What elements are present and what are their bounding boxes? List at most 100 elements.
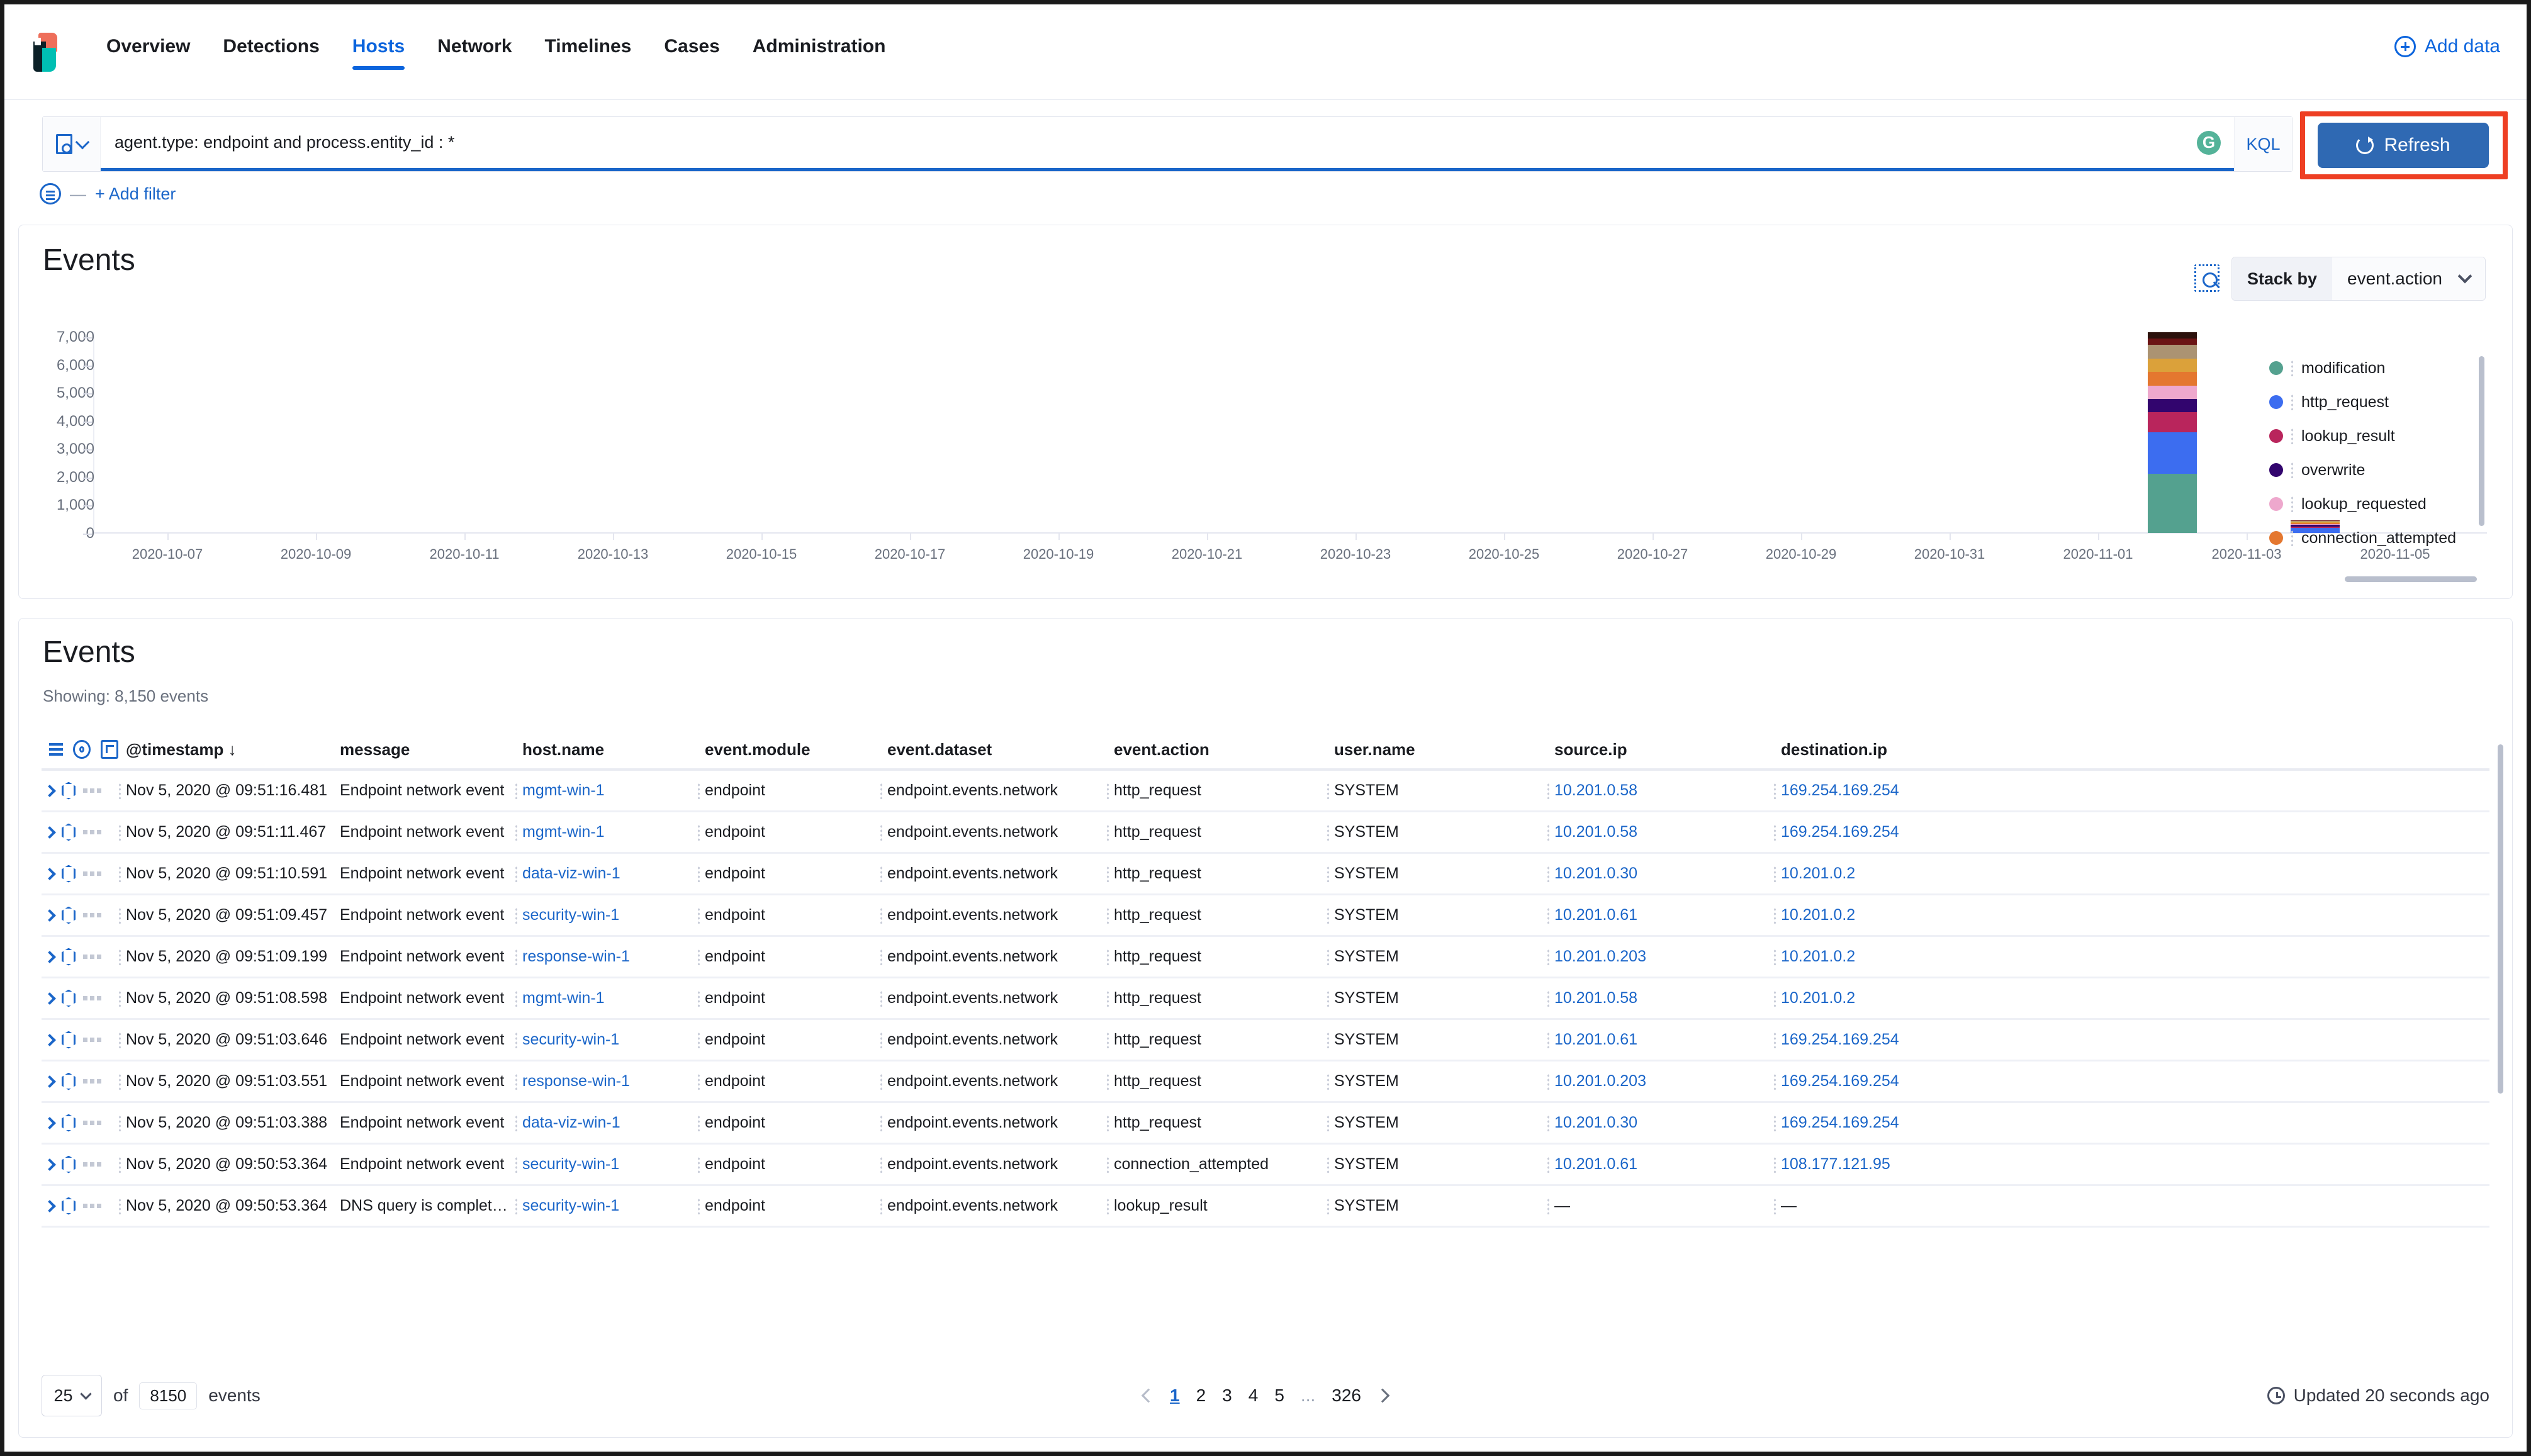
expand-row-icon[interactable] [43,1158,56,1171]
cell-destination[interactable]: 108.177.121.95 [1773,1155,2000,1173]
cell-source[interactable]: 10.201.0.30 [1547,865,1773,883]
table-row[interactable]: Nov 5, 2020 @ 09:51:09.199 Endpoint netwo… [42,937,2489,978]
add-to-timeline-icon[interactable] [62,865,76,883]
cell-source[interactable]: — [1547,1197,1773,1215]
expand-row-icon[interactable] [43,1199,56,1212]
column-header-eventaction[interactable]: event.action [1106,740,1327,759]
per-page-select[interactable]: 25 [42,1375,102,1416]
cell-destination[interactable]: — [1773,1197,2000,1215]
more-actions-icon[interactable] [83,1162,101,1167]
table-row[interactable]: Nov 5, 2020 @ 09:50:53.364 DNS query is c… [42,1186,2489,1228]
expand-row-icon[interactable] [43,992,56,1005]
more-actions-icon[interactable] [83,913,101,917]
cell-source[interactable]: 10.201.0.30 [1547,1114,1773,1132]
expand-row-icon[interactable] [43,909,56,922]
expand-row-icon[interactable] [43,950,56,963]
expand-row-icon[interactable] [43,784,56,797]
table-row[interactable]: Nov 5, 2020 @ 09:51:03.646 Endpoint netwo… [42,1020,2489,1061]
nav-item-timelines[interactable]: Timelines [529,35,648,74]
add-to-timeline-icon[interactable] [62,1072,76,1090]
add-to-timeline-icon[interactable] [62,1031,76,1049]
cell-host[interactable]: response-win-1 [515,1072,697,1090]
cell-host[interactable]: security-win-1 [515,1197,697,1215]
cell-destination[interactable]: 10.201.0.2 [1773,948,2000,966]
cell-destination[interactable]: 169.254.169.254 [1773,1114,2000,1132]
pagination-page-1[interactable]: 1 [1170,1386,1180,1406]
legend-scrollbar[interactable] [2479,356,2484,526]
cell-destination[interactable]: 169.254.169.254 [1773,1072,2000,1090]
more-actions-icon[interactable] [83,871,101,876]
add-to-timeline-icon[interactable] [62,1197,76,1215]
cell-host[interactable]: data-viz-win-1 [515,1114,697,1132]
histogram-bar[interactable] [2148,332,2197,533]
legend-item[interactable]: overwrite [2269,453,2477,487]
pagination-page-326[interactable]: 326 [1332,1386,1361,1406]
more-actions-icon[interactable] [83,788,101,793]
query-status-button[interactable] [2184,117,2234,171]
next-page-icon[interactable] [1375,1388,1390,1403]
more-actions-icon[interactable] [83,1204,101,1208]
pagination-page-2[interactable]: 2 [1196,1386,1206,1406]
cell-source[interactable]: 10.201.0.203 [1547,1072,1773,1090]
cell-destination[interactable]: 10.201.0.2 [1773,906,2000,924]
cell-destination[interactable]: 10.201.0.2 [1773,865,2000,883]
more-actions-icon[interactable] [83,830,101,834]
inspect-icon[interactable] [2194,264,2220,292]
fullscreen-icon[interactable] [100,740,118,759]
more-actions-icon[interactable] [83,996,101,1000]
legend-item[interactable]: lookup_requested [2269,487,2477,521]
expand-row-icon[interactable] [43,826,56,839]
cell-host[interactable]: security-win-1 [515,1031,697,1049]
column-header-destinationip[interactable]: destination.ip [1773,740,2000,759]
table-row[interactable]: Nov 5, 2020 @ 09:51:03.551 Endpoint netwo… [42,1061,2489,1103]
search-input[interactable]: agent.type: endpoint and process.entity_… [101,117,2184,171]
cell-source[interactable]: 10.201.0.203 [1547,948,1773,966]
cell-source[interactable]: 10.201.0.58 [1547,989,1773,1007]
column-header-eventdataset[interactable]: event.dataset [880,740,1106,759]
saved-query-button[interactable] [43,117,101,171]
expand-row-icon[interactable] [43,1033,56,1046]
column-header-hostname[interactable]: host.name [515,740,697,759]
nav-item-detections[interactable]: Detections [206,35,335,74]
expand-row-icon[interactable] [43,1075,56,1088]
cell-host[interactable]: response-win-1 [515,948,697,966]
add-to-timeline-icon[interactable] [62,1114,76,1132]
cell-destination[interactable]: 169.254.169.254 [1773,781,2000,800]
cell-source[interactable]: 10.201.0.61 [1547,906,1773,924]
column-header-message[interactable]: message [332,740,515,759]
refresh-button[interactable]: Refresh [2318,123,2489,168]
table-row[interactable]: Nov 5, 2020 @ 09:51:11.467 Endpoint netwo… [42,812,2489,854]
pagination-page-4[interactable]: 4 [1249,1386,1259,1406]
cell-host[interactable]: mgmt-win-1 [515,989,697,1007]
column-header-timestamp[interactable]: @timestamp ↓ [118,740,332,759]
cell-host[interactable]: security-win-1 [515,1155,697,1173]
nav-item-overview[interactable]: Overview [90,35,206,74]
add-to-timeline-icon[interactable] [62,906,76,924]
nav-item-network[interactable]: Network [421,35,528,74]
more-actions-icon[interactable] [83,1079,101,1084]
table-row[interactable]: Nov 5, 2020 @ 09:50:53.364 Endpoint netwo… [42,1145,2489,1186]
legend-item[interactable]: http_request [2269,385,2477,419]
add-data-button[interactable]: Add data [2394,36,2500,57]
filter-icon[interactable] [40,183,61,204]
cell-source[interactable]: 10.201.0.61 [1547,1031,1773,1049]
expand-row-icon[interactable] [43,867,56,880]
table-row[interactable]: Nov 5, 2020 @ 09:51:16.481 Endpoint netwo… [42,771,2489,812]
nav-item-cases[interactable]: Cases [648,35,736,74]
table-row[interactable]: Nov 5, 2020 @ 09:51:08.598 Endpoint netwo… [42,978,2489,1020]
pagination-page-5[interactable]: 5 [1274,1386,1284,1406]
list-view-icon[interactable] [45,740,63,759]
query-language-button[interactable]: KQL [2234,117,2292,171]
prev-page-icon[interactable] [1141,1388,1156,1403]
nav-item-hosts[interactable]: Hosts [336,35,421,74]
column-header-username[interactable]: user.name [1327,740,1547,759]
cell-host[interactable]: security-win-1 [515,906,697,924]
pagination-page-3[interactable]: 3 [1222,1386,1232,1406]
cell-destination[interactable]: 169.254.169.254 [1773,1031,2000,1049]
add-to-timeline-icon[interactable] [62,1155,76,1173]
table-scrollbar[interactable] [2498,744,2503,1094]
stack-by-select[interactable]: event.action [2332,257,2485,300]
table-row[interactable]: Nov 5, 2020 @ 09:51:10.591 Endpoint netwo… [42,854,2489,895]
add-to-timeline-icon[interactable] [62,823,76,841]
cell-source[interactable]: 10.201.0.61 [1547,1155,1773,1173]
